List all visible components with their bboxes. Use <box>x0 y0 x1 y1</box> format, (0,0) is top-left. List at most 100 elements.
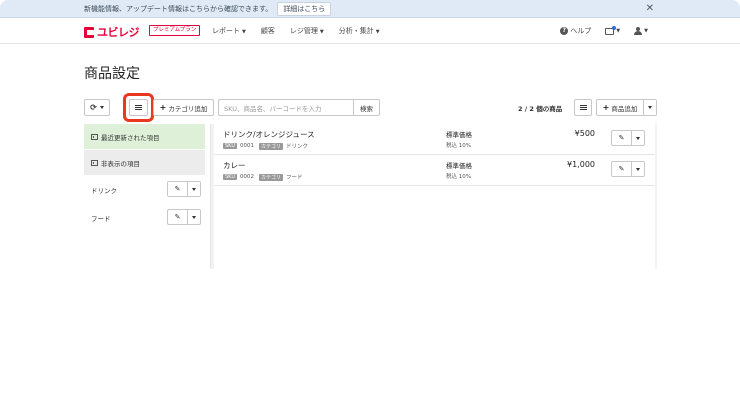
top-nav: ユビレジ プレミアムプラン レポート ▼ 顧客 レジ管理 ▼ 分析・集計 ▼ ? ヘルプ… <box>0 18 740 44</box>
price-label: 標準価格 <box>446 162 472 170</box>
user-menu[interactable]: ▼ <box>634 27 648 35</box>
chevron-down-icon <box>192 215 196 219</box>
pencil-icon: ✎ <box>618 134 625 142</box>
help-icon: ? <box>560 27 569 35</box>
chevron-down-icon: ▼ <box>616 28 621 34</box>
category-menu-button[interactable] <box>188 181 201 197</box>
chevron-down-icon: ▼ <box>319 29 324 35</box>
pencil-icon: ✎ <box>618 165 625 173</box>
chevron-down-icon <box>636 136 640 140</box>
tax-label: 税込 10% <box>446 143 471 149</box>
chevron-down-icon: ▼ <box>375 29 380 35</box>
sidebar-category-drink[interactable]: ドリンク ✎ <box>84 176 205 204</box>
user-icon <box>634 27 643 35</box>
sidebar-category-food[interactable]: フード ✎ <box>84 204 205 232</box>
nav-label: 顧客 <box>260 27 275 35</box>
edit-product-button[interactable]: ✎ <box>611 130 632 146</box>
search-placeholder: SKU、商品名、バーコードを入力 <box>224 104 322 113</box>
product-price: ¥1,000 <box>567 160 595 169</box>
plan-badge: プレミアムプラン <box>149 25 201 36</box>
product-meta: SKU 0001 カテゴリ ドリンク <box>223 142 313 150</box>
chevron-down-icon <box>648 106 652 109</box>
search-button-label: 検索 <box>360 104 373 113</box>
category-menu-button[interactable] <box>188 209 201 225</box>
product-row[interactable]: ドリンク/オレンジジュース SKU 0001 カテゴリ ドリンク 標準価格 税込… <box>214 124 655 155</box>
category-value: ドリンク <box>286 144 309 150</box>
add-item-label: 商品追加 <box>611 104 638 113</box>
sidebar-item-hidden[interactable]: 非表示の項目 <box>84 150 205 176</box>
product-name: ドリンク/オレンジジュース <box>223 130 315 139</box>
mail-icon <box>605 25 617 35</box>
add-item-dropdown[interactable] <box>643 99 657 116</box>
logo[interactable]: ユビレジ <box>84 24 140 40</box>
folder-icon <box>91 133 98 140</box>
product-menu-button[interactable] <box>632 130 645 146</box>
notice-detail-button[interactable]: 詳細はこちら <box>277 1 332 16</box>
add-category-label: カテゴリ追加 <box>168 104 208 113</box>
product-row[interactable]: カレー SKU 0002 カテゴリ フード 標準価格 税込 10% ¥1,000… <box>214 155 655 186</box>
category-sidebar: 最近更新された項目 非表示の項目 ドリンク ✎ フード ✎ <box>84 124 205 232</box>
nav-item-customers[interactable]: 顧客 <box>261 26 275 36</box>
edit-product-button[interactable]: ✎ <box>611 161 632 177</box>
category-actions: ✎ <box>167 181 201 197</box>
chevron-down-icon <box>192 187 196 191</box>
close-icon[interactable]: ✕ <box>646 3 654 14</box>
nav-label: レポート <box>212 27 240 35</box>
app-window: 新機能情報、アップデート情報はこちらから確認できます。 詳細はこちら ✕ ユビレ… <box>0 0 740 400</box>
sidebar-item-label: 最近更新された項目 <box>101 133 160 142</box>
sku-tag: SKU <box>223 174 237 180</box>
category-actions: ✎ <box>167 209 201 225</box>
refresh-button[interactable]: ⟳ <box>84 99 110 116</box>
category-tag: カテゴリ <box>258 142 283 150</box>
category-tag: カテゴリ <box>258 173 283 181</box>
edit-category-button[interactable]: ✎ <box>167 181 188 197</box>
add-category-button[interactable]: + カテゴリ追加 <box>153 99 214 116</box>
chevron-down-icon <box>636 167 640 171</box>
nav-right: ? ヘルプ ▼ ▼ <box>546 18 648 44</box>
pencil-icon: ✎ <box>174 185 181 193</box>
logo-mark-icon <box>84 26 94 38</box>
product-price: ¥500 <box>574 129 595 138</box>
help-link[interactable]: ? ヘルプ <box>560 26 591 36</box>
nav-item-report[interactable]: レポート ▼ <box>212 26 246 36</box>
nav-label: レジ管理 <box>289 27 318 35</box>
category-label: ドリンク <box>91 186 117 195</box>
nav-item-analytics[interactable]: 分析・集計 ▼ <box>339 26 380 36</box>
product-actions: ✎ <box>611 130 645 146</box>
notice-text: 新機能情報、アップデート情報はこちらから確認できます。 <box>84 4 273 13</box>
page-title: 商品設定 <box>84 66 140 82</box>
list-icon <box>579 104 587 111</box>
tax-label: 税込 10% <box>446 174 471 180</box>
price-label: 標準価格 <box>446 131 472 139</box>
sidebar-item-label: 非表示の項目 <box>101 159 140 168</box>
main-nav: レポート ▼ 顧客 レジ管理 ▼ 分析・集計 ▼ <box>212 18 395 44</box>
help-label: ヘルプ <box>570 27 592 35</box>
edit-category-button[interactable]: ✎ <box>167 209 188 225</box>
product-name: カレー <box>223 161 246 170</box>
highlight-annotation <box>123 93 154 122</box>
sidebar-item-recent[interactable]: 最近更新された項目 <box>84 124 205 150</box>
add-item-button[interactable]: + 商品追加 <box>596 99 644 116</box>
panel-divider <box>655 124 657 269</box>
logo-text: ユビレジ <box>97 26 140 39</box>
search-input[interactable]: SKU、商品名、バーコードを入力 <box>218 99 354 116</box>
search-button[interactable]: 検索 <box>353 99 380 116</box>
notice-bar: 新機能情報、アップデート情報はこちらから確認できます。 詳細はこちら ✕ <box>0 0 740 18</box>
category-label: フード <box>91 214 111 223</box>
view-toggle-button[interactable] <box>574 99 592 116</box>
chevron-down-icon: ▼ <box>242 29 246 35</box>
sku-value: 0001 <box>239 143 254 149</box>
pencil-icon: ✎ <box>174 213 181 221</box>
sku-tag: SKU <box>223 143 237 149</box>
product-list: ドリンク/オレンジジュース SKU 0001 カテゴリ ドリンク 標準価格 税込… <box>214 124 655 186</box>
product-menu-button[interactable] <box>632 161 645 177</box>
nav-item-register[interactable]: レジ管理 ▼ <box>290 26 324 36</box>
chevron-down-icon <box>99 106 104 109</box>
notifications-menu[interactable]: ▼ <box>605 25 621 35</box>
nav-label: 分析・集計 <box>338 27 374 35</box>
sku-value: 0002 <box>239 174 254 180</box>
category-value: フード <box>286 175 303 181</box>
chevron-down-icon: ▼ <box>644 28 648 34</box>
notification-dot <box>612 25 617 30</box>
refresh-icon: ⟳ <box>90 103 97 112</box>
